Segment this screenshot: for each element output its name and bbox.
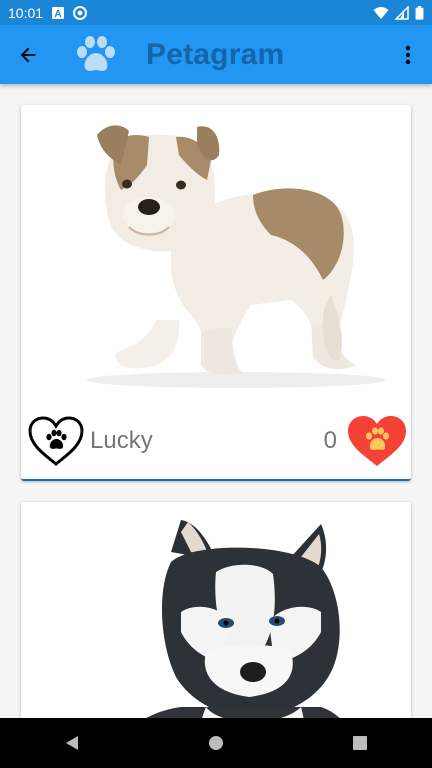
sync-icon: [73, 5, 88, 20]
more-vert-icon: [405, 45, 411, 64]
back-triangle-icon: [66, 736, 78, 750]
signal-icon: [395, 5, 409, 20]
heart-paw-outline-icon: [28, 416, 84, 466]
nav-recents-button[interactable]: [330, 718, 390, 768]
nav-back-button[interactable]: [42, 718, 102, 768]
home-circle-icon: [209, 736, 223, 750]
pet-card-footer: Lucky 0: [21, 411, 411, 471]
bulldog-image: [86, 125, 386, 388]
like-count: 0: [323, 427, 337, 454]
paw-icon: [77, 35, 115, 71]
like-button[interactable]: [26, 413, 86, 469]
battery-icon: [415, 5, 424, 20]
status-left: 10:01 A: [8, 4, 88, 21]
pet-card: Lucky 0: [21, 105, 411, 481]
pet-name: Lucky: [90, 427, 153, 454]
arrow-back-icon: [20, 47, 36, 62]
nav-home-button[interactable]: [186, 718, 246, 768]
app-logo: [74, 33, 118, 77]
back-button[interactable]: [0, 25, 56, 84]
pet-list[interactable]: Lucky 0: [0, 84, 432, 718]
husky-image: [146, 520, 340, 718]
a-notification-icon: A: [52, 6, 65, 20]
app-title: Petagram: [146, 37, 285, 71]
system-nav-bar: [0, 718, 432, 768]
app-bar: Petagram: [0, 25, 432, 84]
pet-photo-bulldog: [21, 105, 411, 405]
pet-card: [21, 502, 411, 718]
pet-photo-husky: [21, 502, 411, 718]
wifi-icon: [373, 6, 389, 19]
status-right: [373, 5, 424, 20]
overflow-menu-button[interactable]: [384, 25, 432, 84]
status-time: 10:01: [8, 4, 44, 21]
heart-paw-filled-icon: [348, 416, 406, 466]
recents-square-icon: [353, 736, 367, 750]
rating-heart: [345, 413, 409, 469]
status-bar: 10:01 A: [0, 0, 432, 25]
svg-text:A: A: [54, 9, 61, 20]
